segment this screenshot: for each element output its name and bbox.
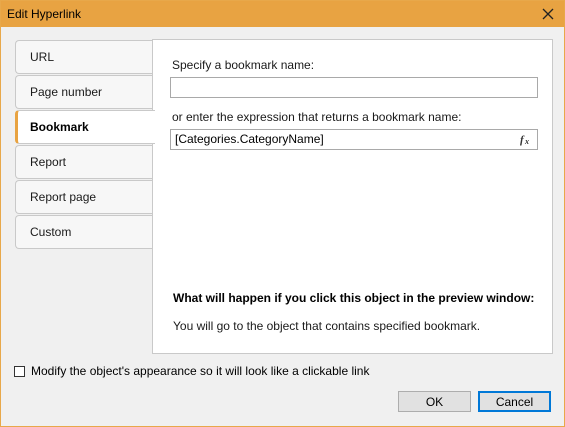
- tab-label: Report page: [30, 190, 97, 204]
- cancel-button[interactable]: Cancel: [478, 391, 551, 412]
- tab-label: URL: [30, 50, 55, 64]
- expression-label: or enter the expression that returns a b…: [172, 110, 462, 124]
- appearance-checkbox-row[interactable]: Modify the object's appearance so it wil…: [14, 364, 369, 378]
- svg-text:x: x: [524, 137, 529, 146]
- cancel-button-label: Cancel: [495, 394, 534, 409]
- tab-label: Bookmark: [30, 120, 89, 134]
- bookmark-panel: Specify a bookmark name: or enter the ex…: [152, 39, 553, 354]
- appearance-checkbox-label: Modify the object's appearance so it wil…: [31, 364, 370, 378]
- tab-page-number[interactable]: Page number: [15, 75, 153, 109]
- window-title: Edit Hyperlink: [7, 7, 82, 21]
- appearance-checkbox[interactable]: [14, 365, 25, 377]
- tab-custom[interactable]: Custom: [15, 215, 153, 249]
- fx-icon[interactable]: f x: [519, 132, 533, 146]
- tab-label: Page number: [30, 85, 103, 99]
- tab-url[interactable]: URL: [15, 40, 153, 74]
- close-icon[interactable]: [536, 2, 560, 26]
- title-bar: Edit Hyperlink: [1, 1, 564, 27]
- ok-button-label: OK: [425, 394, 444, 409]
- bookmark-name-input[interactable]: [170, 77, 538, 98]
- tab-list: URL Page number Bookmark Report Report p…: [15, 40, 155, 250]
- bookmark-name-label: Specify a bookmark name:: [172, 58, 315, 72]
- ok-button[interactable]: OK: [398, 391, 471, 412]
- tab-bookmark[interactable]: Bookmark: [15, 110, 155, 144]
- expression-value: [Categories.CategoryName]: [175, 132, 324, 146]
- tab-report-page[interactable]: Report page: [15, 180, 153, 214]
- expression-input[interactable]: [Categories.CategoryName] f x: [170, 129, 538, 150]
- info-heading: What will happen if you click this objec…: [173, 291, 535, 305]
- edit-hyperlink-dialog: Edit Hyperlink URL Page number Bookmark …: [0, 0, 565, 427]
- info-text: You will go to the object that contains …: [173, 319, 481, 333]
- tab-report[interactable]: Report: [15, 145, 153, 179]
- tab-label: Custom: [30, 225, 72, 239]
- tab-label: Report: [30, 155, 67, 169]
